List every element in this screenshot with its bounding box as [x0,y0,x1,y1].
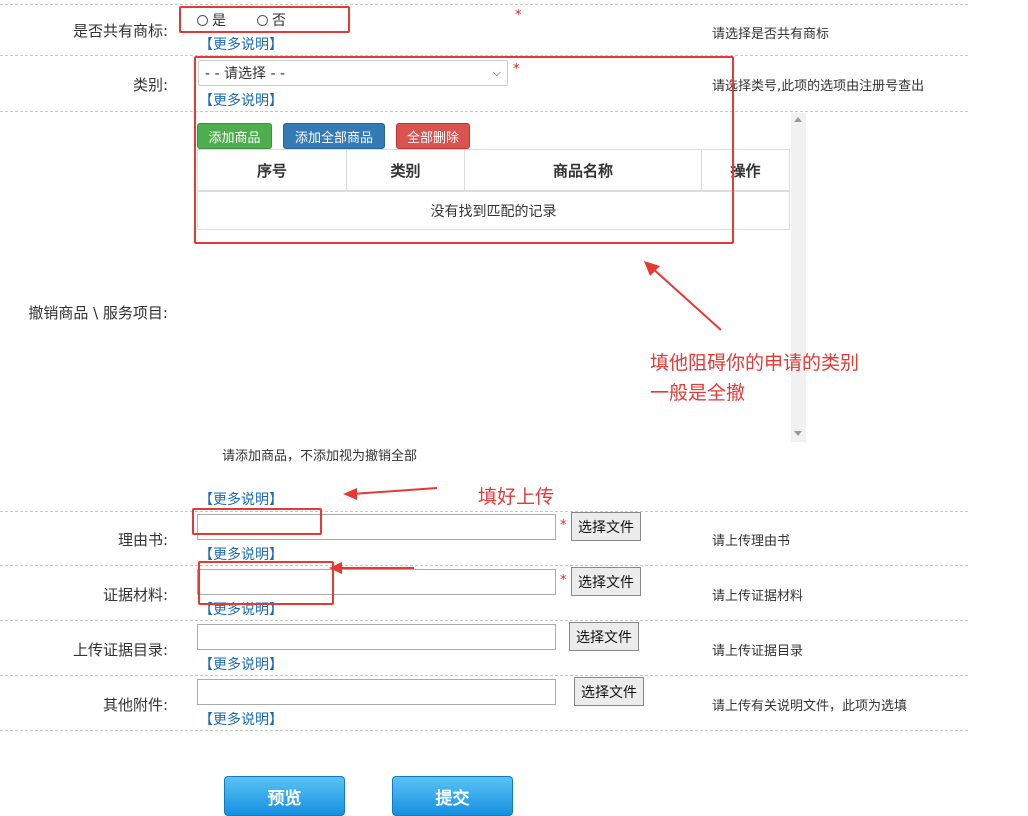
goods-note: 请添加商品，不添加视为撤销全部 [222,449,418,464]
other-hint: 请上传有关说明文件，此项为选填 [712,699,908,714]
annotation-box [179,6,350,33]
reason-choose-file-button[interactable]: 选择文件 [571,512,641,541]
annotation-box [192,508,322,535]
goods-label: 撤销商品 \ 服务项目: [28,304,168,322]
annotation-arrow-icon [644,261,722,331]
other-choose-file-button[interactable]: 选择文件 [574,677,644,706]
scroll-down-icon[interactable] [794,431,802,436]
category-label: 类别: [132,76,168,94]
reason-hint: 请上传理由书 [712,534,791,549]
other-file-input[interactable] [197,679,556,705]
reason-label: 理由书: [117,531,168,549]
evidence-index-file-input[interactable] [197,624,556,650]
annotation-text: 一般是全撤 [650,382,746,404]
annotation-arrow-icon [329,562,414,574]
other-label: 其他附件: [102,696,168,714]
annotation-arrow-icon [343,487,438,500]
more-info-link[interactable]: 【更多说明】 [199,34,283,54]
evidence-hint: 请上传证据材料 [712,589,804,604]
annotation-box [198,561,334,605]
annotation-box [194,56,734,244]
more-info-link[interactable]: 【更多说明】 [199,654,283,674]
row-divider [0,565,968,566]
more-info-link[interactable]: 【更多说明】 [199,489,283,509]
evidence-index-label: 上传证据目录: [72,641,168,659]
required-star: * [560,518,567,533]
evidence-label: 证据材料: [102,586,168,604]
preview-button[interactable]: 预览 [224,776,345,816]
row-divider [0,4,968,5]
required-star: * [515,8,522,23]
shared-mark-hint: 请选择是否共有商标 [712,27,830,42]
evidence-index-choose-file-button[interactable]: 选择文件 [569,622,639,651]
evidence-choose-file-button[interactable]: 选择文件 [571,567,641,596]
row-divider [0,511,968,512]
scrollbar[interactable] [791,113,806,442]
required-star: * [560,573,567,588]
evidence-index-hint: 请上传证据目录 [712,644,804,659]
row-divider [0,730,968,731]
scroll-up-icon[interactable] [794,117,802,122]
shared-mark-label: 是否共有商标: [72,22,168,40]
annotation-text: 填好上传 [478,486,555,508]
annotation-text: 填他阻碍你的申请的类别 [650,352,860,374]
row-divider [0,620,968,621]
category-hint: 请选择类号,此项的选项由注册号查出 [712,79,925,94]
row-divider [0,675,968,676]
more-info-link[interactable]: 【更多说明】 [199,709,283,729]
submit-button[interactable]: 提交 [392,776,513,816]
